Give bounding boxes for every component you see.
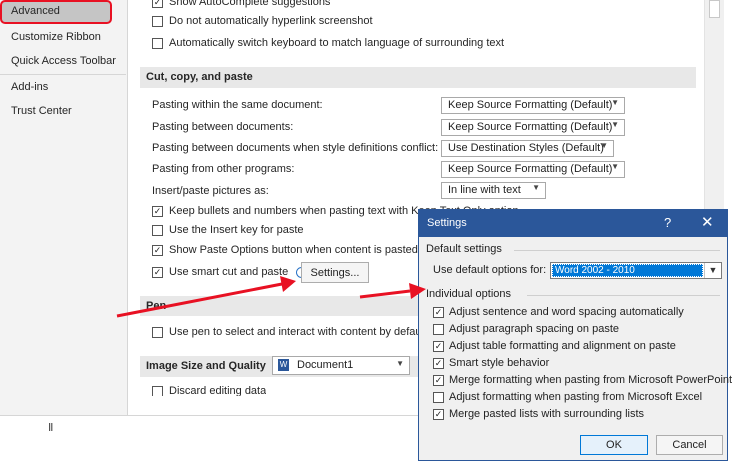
cancel-button[interactable]: Cancel <box>656 435 723 455</box>
option-smart-style-behavior[interactable]: ✓ Smart style behavior <box>433 357 549 369</box>
checkbox-checked[interactable]: ✓ <box>152 266 163 278</box>
option-autocomplete[interactable]: ✓ Show AutoComplete suggestions <box>152 0 330 8</box>
label-style-conflict: Pasting between documents when style def… <box>152 142 439 154</box>
checkbox-checked[interactable]: ✓ <box>152 205 163 217</box>
label-pasting-between: Pasting between documents: <box>152 121 294 133</box>
option-switch-keyboard[interactable]: Automatically switch keyboard to match l… <box>152 37 504 49</box>
chevron-down-icon: ▼ <box>611 162 619 171</box>
checkbox-unchecked[interactable] <box>152 37 163 49</box>
checkbox-unchecked[interactable] <box>433 323 444 335</box>
chevron-down-icon: ▼ <box>611 120 619 129</box>
dropdown-style-conflict[interactable]: Use Destination Styles (Default) ▼ <box>441 140 614 157</box>
option-merge-lists[interactable]: ✓ Merge pasted lists with surrounding lis… <box>433 408 644 420</box>
section-header-cut-copy-paste: Cut, copy, and paste <box>140 67 696 88</box>
checkbox-checked[interactable]: ✓ <box>433 306 444 318</box>
checkbox-unchecked[interactable] <box>152 224 163 236</box>
checkbox-checked[interactable]: ✓ <box>433 357 444 369</box>
sidebar-item-add-ins[interactable]: Add-ins <box>11 81 48 93</box>
option-insert-key-paste[interactable]: Use the Insert key for paste <box>152 224 304 236</box>
option-adjust-table-formatting[interactable]: ✓ Adjust table formatting and alignment o… <box>433 340 676 352</box>
sidebar-item-trust-center[interactable]: Trust Center <box>11 105 72 117</box>
checkbox-checked[interactable]: ✓ <box>433 374 444 386</box>
chevron-down-icon: ▼ <box>611 98 619 107</box>
option-show-paste-options[interactable]: ✓ Show Paste Options button when content… <box>152 244 418 256</box>
label-other-programs: Pasting from other programs: <box>152 163 295 175</box>
scrollbar-thumb[interactable] <box>709 0 720 18</box>
option-adjust-excel[interactable]: Adjust formatting when pasting from Micr… <box>433 391 702 403</box>
checkbox-checked[interactable]: ✓ <box>152 244 163 256</box>
label-insert-pictures: Insert/paste pictures as: <box>152 185 269 197</box>
dropdown-other-programs[interactable]: Keep Source Formatting (Default) ▼ <box>441 161 625 178</box>
chevron-down-icon: ▼ <box>704 263 721 278</box>
label-use-default-options: Use default options for: <box>433 264 547 276</box>
ok-button[interactable]: OK <box>580 435 648 455</box>
default-options-value: Word 2002 - 2010 <box>552 264 703 277</box>
word-document-icon: W <box>278 359 289 371</box>
option-discard-editing-data[interactable]: Discard editing data <box>152 386 266 396</box>
chevron-down-icon: ▼ <box>396 359 404 368</box>
group-divider <box>514 250 720 251</box>
smart-cut-settings-button[interactable]: Settings... <box>301 262 369 283</box>
options-sidebar: Advanced Customize Ribbon Quick Access T… <box>0 0 128 415</box>
chevron-down-icon: ▼ <box>532 183 540 192</box>
sidebar-item-advanced[interactable]: Advanced <box>0 0 112 24</box>
settings-dialog: Settings ? ✕ Default settings Use defaul… <box>418 209 732 461</box>
checkbox-unchecked[interactable] <box>433 391 444 403</box>
checkbox-checked[interactable]: ✓ <box>152 0 163 8</box>
group-default-settings: Default settings <box>426 243 502 255</box>
chevron-down-icon: ▼ <box>600 141 608 150</box>
sidebar-item-quick-access-toolbar[interactable]: Quick Access Toolbar <box>11 55 116 67</box>
dropdown-image-document[interactable]: W Document1 ▼ <box>272 356 410 375</box>
checkbox-unchecked[interactable] <box>152 386 163 396</box>
checkbox-unchecked[interactable] <box>152 326 163 338</box>
label-pasting-within: Pasting within the same document: <box>152 99 323 111</box>
help-icon[interactable]: ? <box>664 215 671 230</box>
sidebar-item-customize-ribbon[interactable]: Customize Ribbon <box>11 31 101 43</box>
dropdown-insert-pictures[interactable]: In line with text ▼ <box>441 182 546 199</box>
option-adjust-sentence-spacing[interactable]: ✓ Adjust sentence and word spacing automa… <box>433 306 684 318</box>
option-adjust-paragraph-spacing[interactable]: Adjust paragraph spacing on paste <box>433 323 619 335</box>
sidebar-divider <box>0 74 126 75</box>
dropdown-pasting-between[interactable]: Keep Source Formatting (Default) ▼ <box>441 119 625 136</box>
close-icon[interactable]: ✕ <box>701 213 714 231</box>
dialog-title: Settings <box>427 217 467 229</box>
dialog-titlebar[interactable]: Settings ? ✕ <box>419 210 727 237</box>
group-individual-options: Individual options <box>426 288 512 300</box>
option-no-hyperlink-screenshot[interactable]: Do not automatically hyperlink screensho… <box>152 15 373 27</box>
option-smart-cut-paste[interactable]: ✓ Use smart cut and paste i <box>152 266 308 278</box>
dropdown-pasting-within[interactable]: Keep Source Formatting (Default) ▼ <box>441 97 625 114</box>
checkbox-checked[interactable]: ✓ <box>433 340 444 352</box>
checkbox-unchecked[interactable] <box>152 15 163 27</box>
text-cursor-icon: Ⅱ <box>48 422 54 434</box>
default-options-select[interactable]: Word 2002 - 2010 ▼ <box>550 262 722 279</box>
option-use-pen[interactable]: Use pen to select and interact with cont… <box>152 326 427 338</box>
group-divider <box>527 295 720 296</box>
option-merge-powerpoint[interactable]: ✓ Merge formatting when pasting from Micr… <box>433 374 732 386</box>
checkbox-checked[interactable]: ✓ <box>433 408 444 420</box>
